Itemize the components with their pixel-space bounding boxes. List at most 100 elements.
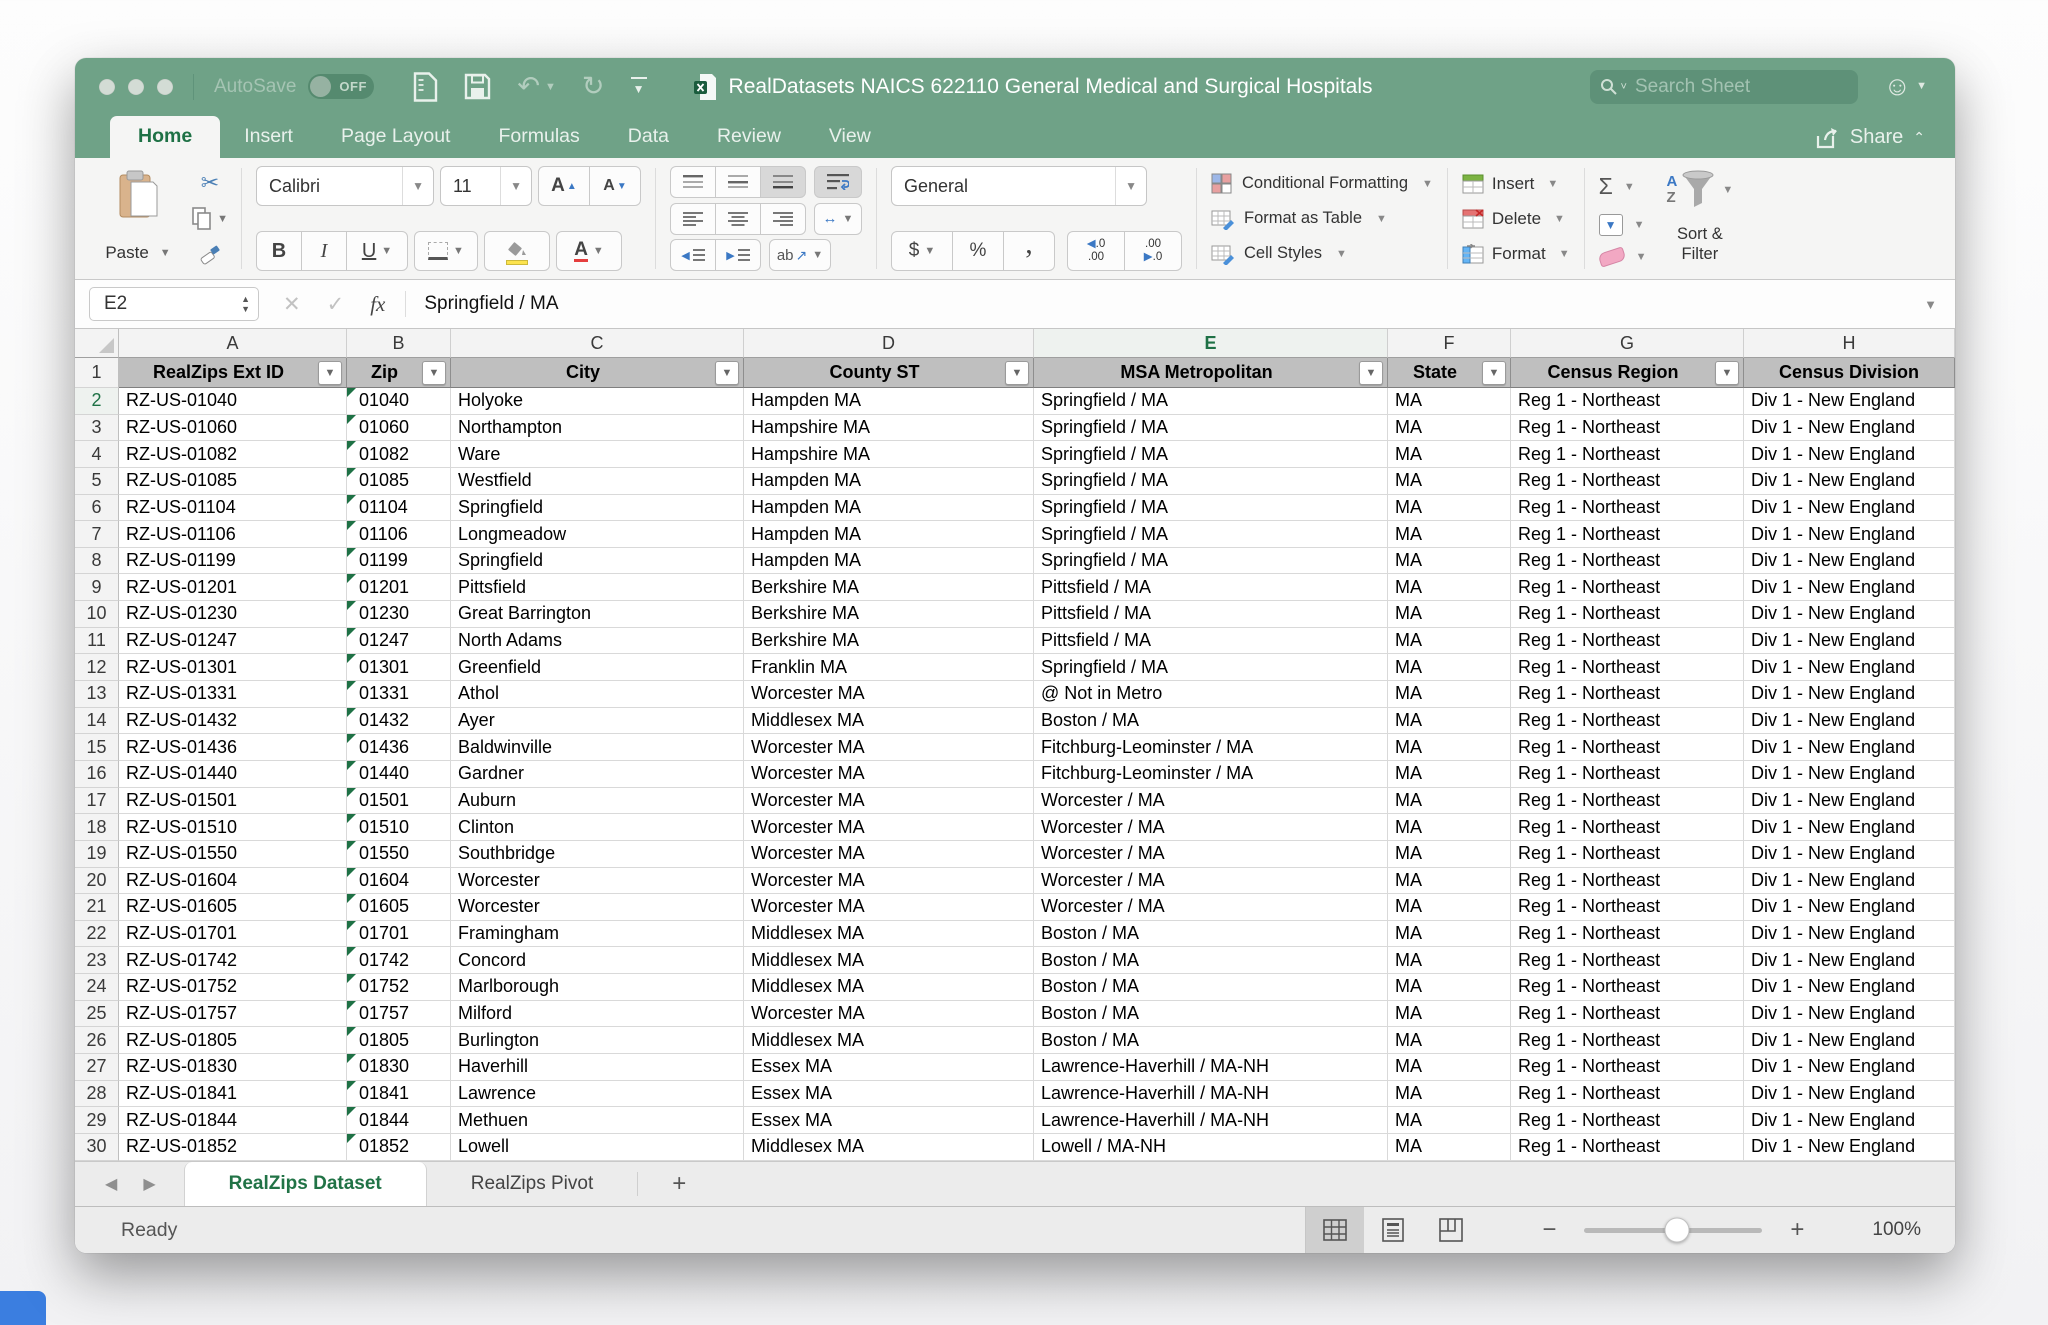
cell-F2[interactable]: MA: [1388, 388, 1511, 415]
row-header-27[interactable]: 27: [75, 1054, 119, 1081]
cell-G12[interactable]: Reg 1 - Northeast: [1511, 654, 1744, 682]
cell-H4[interactable]: Div 1 - New England: [1744, 441, 1955, 468]
font-color-caret-icon[interactable]: ▼: [593, 245, 604, 257]
cell-A23[interactable]: RZ-US-01742: [119, 947, 347, 975]
cell-A11[interactable]: RZ-US-01247: [119, 627, 347, 655]
filter-button-D[interactable]: ▼: [1005, 360, 1029, 385]
cell-D3[interactable]: Hampshire MA: [744, 414, 1034, 442]
add-sheet-button[interactable]: +: [638, 1162, 720, 1206]
zoom-percentage[interactable]: 100%: [1872, 1219, 1921, 1241]
cell-B9[interactable]: 01201: [347, 574, 451, 602]
cell-F17[interactable]: MA: [1388, 787, 1511, 815]
cell-G18[interactable]: Reg 1 - Northeast: [1511, 814, 1744, 841]
cell-H2[interactable]: Div 1 - New England: [1744, 388, 1955, 415]
cell-F23[interactable]: MA: [1388, 947, 1511, 975]
cell-F1[interactable]: State ▼: [1388, 358, 1511, 388]
cell-H18[interactable]: Div 1 - New England: [1744, 814, 1955, 841]
cell-C18[interactable]: Clinton: [451, 814, 744, 841]
italic-button[interactable]: I: [301, 231, 347, 271]
filter-button-F[interactable]: ▼: [1482, 360, 1506, 385]
cell-H20[interactable]: Div 1 - New England: [1744, 867, 1955, 895]
cell-F28[interactable]: MA: [1388, 1080, 1511, 1108]
cell-A8[interactable]: RZ-US-01199: [119, 547, 347, 575]
cell-E23[interactable]: Boston / MA: [1034, 947, 1388, 975]
cell-A6[interactable]: RZ-US-01104: [119, 494, 347, 522]
undo-button[interactable]: ↶ ▼: [517, 73, 556, 100]
column-header-C[interactable]: C: [451, 329, 744, 358]
cell-B19[interactable]: 01550: [347, 840, 451, 868]
cell-B30[interactable]: 01852: [347, 1133, 451, 1161]
cell-A19[interactable]: RZ-US-01550: [119, 840, 347, 868]
comma-style-button[interactable]: ,: [1003, 227, 1055, 271]
sheet-tab-realzips-dataset[interactable]: RealZips Dataset: [183, 1162, 427, 1206]
cell-D5[interactable]: Hampden MA: [744, 467, 1034, 495]
cell-D25[interactable]: Worcester MA: [744, 1000, 1034, 1028]
cell-G6[interactable]: Reg 1 - Northeast: [1511, 494, 1744, 522]
tab-review[interactable]: Review: [693, 116, 805, 158]
row-header-25[interactable]: 25: [75, 1000, 119, 1028]
cell-G23[interactable]: Reg 1 - Northeast: [1511, 947, 1744, 975]
cell-D4[interactable]: Hampshire MA: [744, 441, 1034, 468]
underline-caret-icon[interactable]: ▼: [381, 245, 392, 257]
merge-caret-icon[interactable]: ▼: [843, 213, 854, 225]
page-break-preview-button[interactable]: [1422, 1207, 1480, 1253]
cell-H15[interactable]: Div 1 - New England: [1744, 734, 1955, 761]
cell-G28[interactable]: Reg 1 - Northeast: [1511, 1080, 1744, 1108]
cell-D12[interactable]: Franklin MA: [744, 654, 1034, 682]
shrink-font-button[interactable]: A ▼: [589, 166, 641, 206]
cell-C21[interactable]: Worcester: [451, 894, 744, 921]
cell-F19[interactable]: MA: [1388, 840, 1511, 868]
cell-A1[interactable]: RealZips Ext ID ▼: [119, 358, 347, 388]
tab-data[interactable]: Data: [604, 116, 693, 158]
cell-H27[interactable]: Div 1 - New England: [1744, 1054, 1955, 1081]
cell-B5[interactable]: 01085: [347, 467, 451, 495]
cell-D26[interactable]: Middlesex MA: [744, 1027, 1034, 1055]
cell-H10[interactable]: Div 1 - New England: [1744, 601, 1955, 628]
customize-toolbar-button[interactable]: ▼: [630, 76, 647, 96]
cell-F25[interactable]: MA: [1388, 1000, 1511, 1028]
cell-H1[interactable]: Census Division: [1744, 358, 1955, 388]
cell-D30[interactable]: Middlesex MA: [744, 1133, 1034, 1161]
grow-font-button[interactable]: A ▲: [538, 166, 590, 206]
row-header-30[interactable]: 30: [75, 1133, 119, 1161]
align-right-button[interactable]: [760, 202, 806, 235]
orientation-caret-icon[interactable]: ▼: [812, 249, 823, 261]
cell-E19[interactable]: Worcester / MA: [1034, 840, 1388, 868]
cell-A9[interactable]: RZ-US-01201: [119, 574, 347, 602]
currency-button[interactable]: $ ▼: [891, 231, 953, 271]
cell-H9[interactable]: Div 1 - New England: [1744, 574, 1955, 602]
cell-E6[interactable]: Springfield / MA: [1034, 494, 1388, 522]
cell-C5[interactable]: Westfield: [451, 467, 744, 495]
cell-F18[interactable]: MA: [1388, 814, 1511, 841]
cell-G11[interactable]: Reg 1 - Northeast: [1511, 627, 1744, 655]
cell-E22[interactable]: Boston / MA: [1034, 920, 1388, 948]
cell-H14[interactable]: Div 1 - New England: [1744, 707, 1955, 735]
cell-G7[interactable]: Reg 1 - Northeast: [1511, 521, 1744, 548]
cell-F26[interactable]: MA: [1388, 1027, 1511, 1055]
cell-F8[interactable]: MA: [1388, 547, 1511, 575]
align-left-button[interactable]: [670, 202, 716, 235]
cell-G15[interactable]: Reg 1 - Northeast: [1511, 734, 1744, 761]
cell-G25[interactable]: Reg 1 - Northeast: [1511, 1000, 1744, 1028]
cell-E20[interactable]: Worcester / MA: [1034, 867, 1388, 895]
cell-F16[interactable]: MA: [1388, 760, 1511, 788]
row-header-20[interactable]: 20: [75, 867, 119, 895]
cell-A29[interactable]: RZ-US-01844: [119, 1107, 347, 1134]
copy-caret-icon[interactable]: ▼: [217, 213, 228, 225]
cell-E13[interactable]: @ Not in Metro: [1034, 681, 1388, 708]
cell-F20[interactable]: MA: [1388, 867, 1511, 895]
new-workbook-button[interactable]: [412, 71, 438, 102]
cell-F14[interactable]: MA: [1388, 707, 1511, 735]
cell-B13[interactable]: 01331: [347, 681, 451, 708]
cell-E21[interactable]: Worcester / MA: [1034, 894, 1388, 921]
row-header-7[interactable]: 7: [75, 521, 119, 548]
cell-D10[interactable]: Berkshire MA: [744, 601, 1034, 628]
cell-B17[interactable]: 01501: [347, 787, 451, 815]
cell-G3[interactable]: Reg 1 - Northeast: [1511, 414, 1744, 442]
column-header-B[interactable]: B: [347, 329, 451, 358]
row-header-13[interactable]: 13: [75, 681, 119, 708]
cell-B26[interactable]: 01805: [347, 1027, 451, 1055]
cell-G29[interactable]: Reg 1 - Northeast: [1511, 1107, 1744, 1134]
cell-B14[interactable]: 01432: [347, 707, 451, 735]
cell-B12[interactable]: 01301: [347, 654, 451, 682]
